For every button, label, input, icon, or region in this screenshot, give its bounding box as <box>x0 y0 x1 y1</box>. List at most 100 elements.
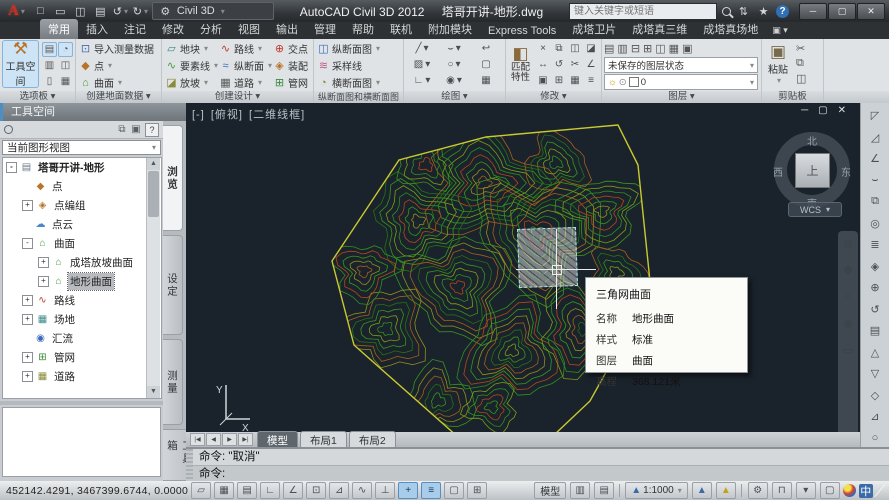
tool-icon[interactable]: ↺ <box>864 301 886 319</box>
first-tab-button[interactable]: |◀ <box>190 433 205 446</box>
tool-icon[interactable]: ∠ <box>864 150 886 168</box>
tab-online[interactable]: 联机 <box>382 19 420 39</box>
tab-home[interactable]: 常用 <box>40 19 78 39</box>
lineweight-toggle[interactable]: ≡ <box>421 482 441 499</box>
profile-button[interactable]: ≈纵断面▾ <box>218 57 270 74</box>
snap-toggle[interactable]: ▦ <box>214 482 234 499</box>
tab-insert[interactable]: 插入 <box>78 19 116 39</box>
otrack-toggle[interactable]: ∿ <box>352 482 372 499</box>
annotation-visibility-icon[interactable]: ▲ <box>692 482 712 499</box>
viewcube[interactable]: 上 <box>795 153 830 188</box>
trim-tool-icon[interactable]: ✂ <box>567 56 583 72</box>
tool-icon[interactable]: △ <box>864 344 886 362</box>
tree-scrollbar[interactable]: ▲ ▼ <box>146 158 160 398</box>
corridor-button[interactable]: ▦道路▾ <box>218 74 270 91</box>
expander-icon[interactable]: - <box>6 162 17 173</box>
redo-button[interactable]: ↻▾ <box>132 3 149 19</box>
tab-modify[interactable]: 修改 <box>154 19 192 39</box>
quick-view-drawings-icon[interactable]: ▤ <box>594 482 614 499</box>
properties-palette-icon[interactable]: ▤ <box>42 42 57 57</box>
tree-item-alignments[interactable]: + ∿ 路线 <box>3 291 161 310</box>
undo-button[interactable]: ↺▾ <box>112 3 129 19</box>
showmotion-icon[interactable]: ▭ <box>843 344 853 357</box>
profile-view-button[interactable]: ◫纵断面图▾ <box>316 40 401 57</box>
layer-properties-icon[interactable]: ▤ <box>604 42 614 55</box>
tab-layout1[interactable]: 布局1 <box>300 431 347 449</box>
scale-tool-icon[interactable]: ⊞ <box>551 72 567 88</box>
ellipse-tool-icon[interactable]: ◉ ▾ <box>438 72 470 88</box>
layer-on-icon[interactable]: ⊞ <box>643 42 652 55</box>
help-icon[interactable]: ? <box>145 123 159 137</box>
grading-button[interactable]: ◪放坡▾ <box>164 74 216 91</box>
steering-wheel-icon[interactable]: ◎ <box>843 237 853 250</box>
expander-icon[interactable]: + <box>22 371 33 382</box>
panel-label[interactable]: 图层 ▾ <box>602 91 761 103</box>
clean-screen-icon[interactable]: ▢ <box>820 482 840 499</box>
coordinate-display[interactable]: 452142.4291, 3467399.6744, 0.0000 <box>6 485 188 497</box>
point-grid-tool-icon[interactable]: ▦ <box>470 72 502 88</box>
tab-manage[interactable]: 管理 <box>306 19 344 39</box>
expander-icon[interactable]: + <box>22 352 33 363</box>
wcs-dropdown[interactable]: WCS ▾ <box>788 202 842 217</box>
transparency-toggle[interactable]: ▢ <box>444 482 464 499</box>
ribbon-display-toggle[interactable]: ▣ ▾ <box>772 25 788 39</box>
viewcube-north[interactable]: 北 <box>807 133 817 148</box>
copy-tool-icon[interactable]: ⧉ <box>551 40 567 56</box>
tab-chengta-site[interactable]: 成塔真场地 <box>695 19 766 39</box>
last-tab-button[interactable]: ▶| <box>238 433 253 446</box>
osnap3d-toggle[interactable]: ⊿ <box>329 482 349 499</box>
line-tool-icon[interactable]: ╱ ▾ <box>406 40 438 56</box>
tool-icon[interactable]: ▽ <box>864 365 886 383</box>
prev-tab-button[interactable]: ◀ <box>206 433 221 446</box>
item-view-toggle-icon[interactable]: ⧉ <box>115 124 129 135</box>
scroll-up-icon[interactable]: ▲ <box>147 158 160 170</box>
quick-view-layouts-icon[interactable]: ▥ <box>570 482 590 499</box>
intersection-button[interactable]: ⊕交点 <box>272 40 311 57</box>
tab-survey[interactable]: 测量 <box>163 339 183 425</box>
parcel-button[interactable]: ▱地块▾ <box>164 40 216 57</box>
cut-icon[interactable]: ✂ <box>796 42 806 55</box>
expander-icon[interactable]: + <box>22 314 33 325</box>
expander-icon[interactable]: + <box>38 257 49 268</box>
help-search-input[interactable] <box>569 3 717 20</box>
layer-walk-icon[interactable]: ▣ <box>682 42 692 55</box>
exchange-icon[interactable]: ⇅ <box>736 5 751 18</box>
toolspace-button[interactable]: ⚒ 工具空间 <box>2 40 39 88</box>
surfaces-button[interactable]: ⌂ 曲面▾ <box>78 74 159 91</box>
viewcube-west[interactable]: 西 <box>773 164 783 179</box>
help-icon[interactable]: ? <box>776 5 789 18</box>
tab-view[interactable]: 视图 <box>230 19 268 39</box>
visual-style-button[interactable]: [二维线框] <box>249 109 305 121</box>
layer-isolate-icon[interactable]: ▥ <box>617 42 627 55</box>
assembly-button[interactable]: ◈装配 <box>272 57 311 74</box>
erase-tool-icon[interactable]: × <box>535 40 551 56</box>
ortho-toggle[interactable]: ∟ <box>260 482 280 499</box>
circle-tool-icon[interactable]: ○ ▾ <box>438 56 470 72</box>
tree-item-pipe-networks[interactable]: + ⊞ 管网 <box>3 348 161 367</box>
view-control-button[interactable]: [俯视] <box>211 109 243 121</box>
paste-button[interactable]: ▣ 粘贴 ▾ <box>764 40 792 88</box>
rotate-tool-icon[interactable]: ↺ <box>551 56 567 72</box>
ime-pen-icon[interactable]: ╱ <box>874 483 884 498</box>
expander-icon[interactable]: + <box>22 200 33 211</box>
tree-item-corridors[interactable]: + ▦ 道路 <box>3 367 161 386</box>
new-file-button[interactable]: □ <box>32 3 49 19</box>
preview-toggle-icon[interactable]: ▣ <box>129 124 143 135</box>
status-menu-icon[interactable]: ▾ <box>796 482 816 499</box>
tree-item-point-clouds[interactable]: ☁ 点云 <box>3 215 161 234</box>
pipe-network-button[interactable]: ⊞管网 <box>272 74 311 91</box>
infer-constraints-toggle[interactable]: ▱ <box>191 482 211 499</box>
search-icon[interactable] <box>722 7 731 16</box>
view-dropdown[interactable]: 当前图形视图 ▾ <box>2 140 161 155</box>
alignment-button[interactable]: ∿路线▾ <box>218 40 270 57</box>
tab-layout2[interactable]: 布局2 <box>349 431 396 449</box>
tree-item-terrain-surface[interactable]: + ⌂ 地形曲面 <box>3 272 161 291</box>
save-button[interactable]: ◫ <box>72 3 89 19</box>
tool-icon[interactable]: ◸ <box>864 107 886 125</box>
open-file-button[interactable]: ▭ <box>52 3 69 19</box>
tab-chengta-3d[interactable]: 成塔真三维 <box>624 19 695 39</box>
close-button[interactable]: ✕ <box>857 3 885 20</box>
orbit-icon[interactable]: ⊕ <box>843 317 852 330</box>
tab-annotate[interactable]: 注记 <box>116 19 154 39</box>
polar-toggle[interactable]: ∠ <box>283 482 303 499</box>
